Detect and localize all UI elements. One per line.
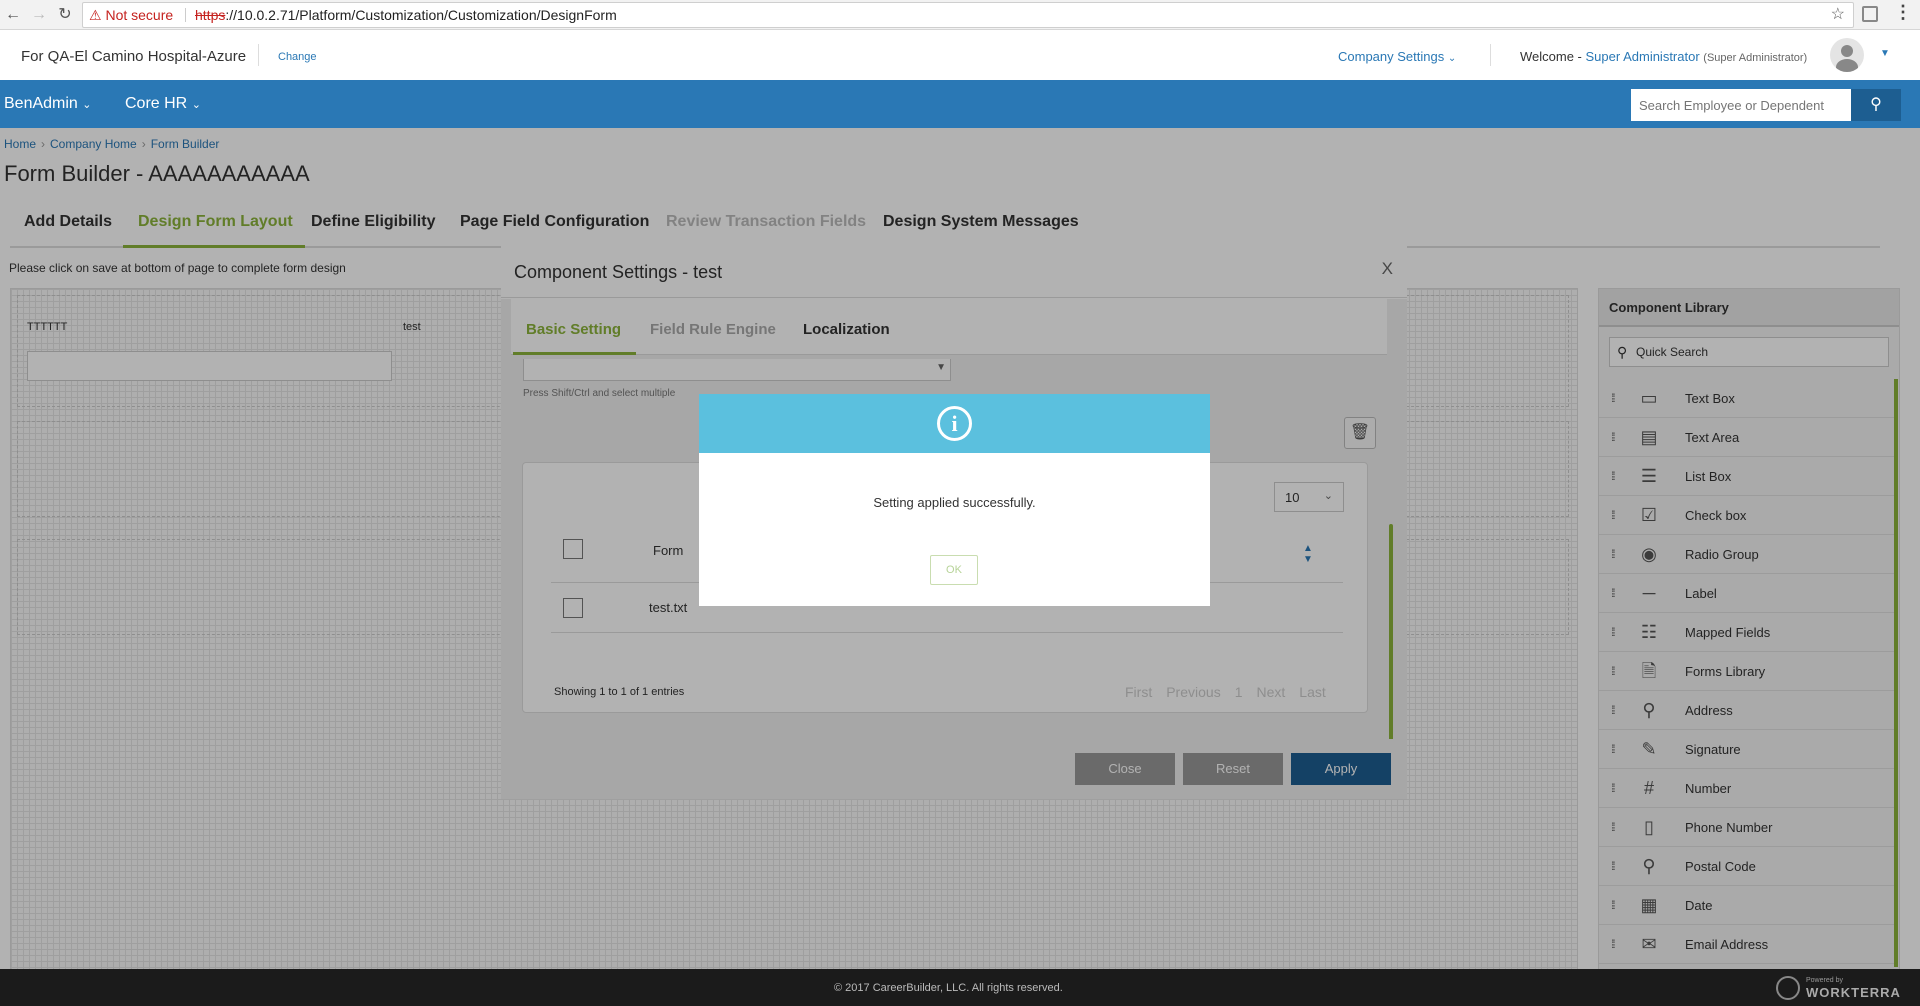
chevron-down-icon: ⌄ [191, 99, 201, 111]
dialog-header: i [699, 394, 1210, 453]
search-button[interactable]: ⚲ [1851, 89, 1901, 121]
caret-down-icon[interactable]: ▼ [1880, 48, 1890, 59]
welcome-text: Welcome - Super Administrator (Super Adm… [1520, 49, 1808, 64]
chevron-down-icon: ⌄ [1447, 53, 1457, 64]
forward-arrow-icon[interactable]: → [28, 4, 50, 26]
copyright-text: © 2017 CareerBuilder, LLC. All rights re… [834, 982, 1063, 994]
bookmark-star-icon[interactable]: ☆ [1831, 3, 1845, 27]
address-bar[interactable]: ⚠ Not secure https://10.0.2.71/Platform/… [82, 2, 1854, 28]
info-icon: i [937, 406, 972, 441]
app-header: For QA-El Camino Hospital-Azure Change C… [0, 30, 1920, 80]
change-company-link[interactable]: Change [278, 51, 317, 63]
extension-icon[interactable] [1862, 6, 1878, 22]
chevron-down-icon: ⌄ [82, 99, 92, 111]
success-dialog: i Setting applied successfully. OK [699, 394, 1210, 606]
user-name[interactable]: Super Administrator [1586, 49, 1700, 64]
browser-toolbar: ← → ↻ ⚠ Not secure https://10.0.2.71/Pla… [0, 0, 1920, 30]
employee-search: ⚲ [1631, 89, 1901, 121]
user-role: (Super Administrator) [1703, 52, 1808, 64]
company-name: For QA-El Camino Hospital-Azure [21, 48, 247, 65]
url-text: https://10.0.2.71/Platform/Customization… [195, 7, 617, 23]
not-secure-warning[interactable]: ⚠ Not secure [89, 3, 173, 27]
workterra-logo-icon [1776, 976, 1800, 1000]
company-settings-menu[interactable]: Company Settings ⌄ [1338, 49, 1456, 64]
nav-core-hr[interactable]: Core HR ⌄ [125, 95, 201, 113]
back-arrow-icon[interactable]: ← [2, 4, 24, 26]
warning-icon: ⚠ [89, 7, 102, 23]
reload-icon[interactable]: ↻ [54, 4, 76, 26]
ok-button[interactable]: OK [930, 555, 978, 585]
browser-menu-icon[interactable]: ⋮ [1894, 2, 1912, 23]
main-nav: BenAdmin ⌄ Core HR ⌄ ⚲ [0, 80, 1920, 128]
search-icon: ⚲ [1870, 96, 1882, 113]
powered-by-logo: Powered by WORKTERRA [1776, 976, 1900, 1002]
dialog-message: Setting applied successfully. [873, 495, 1036, 510]
nav-benadmin[interactable]: BenAdmin ⌄ [4, 95, 92, 113]
avatar[interactable] [1830, 38, 1864, 72]
employee-search-input[interactable] [1631, 89, 1851, 121]
page-footer: © 2017 CareerBuilder, LLC. All rights re… [0, 969, 1920, 1006]
